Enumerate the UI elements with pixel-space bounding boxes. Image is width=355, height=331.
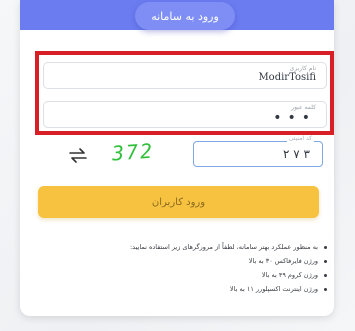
login-page: ورود به سامانه نام کاربری ModirTosifi کل… bbox=[0, 0, 355, 331]
captcha-value[interactable]: ۳ ۷ ۲ bbox=[283, 147, 310, 161]
highlight-box bbox=[35, 51, 334, 135]
login-button[interactable]: ورود کاربران bbox=[38, 186, 319, 218]
list-item: ورژن اینترنت اکسپلورر ۱۱ به بالا bbox=[60, 282, 328, 296]
captcha-input[interactable]: کد امنیتی ۳ ۷ ۲ bbox=[193, 135, 323, 167]
list-item: ورژن فایرفاکس ۳۰ به بالا bbox=[60, 254, 328, 268]
captcha-image: 372 bbox=[111, 138, 155, 166]
page-title: ورود به سامانه bbox=[135, 2, 235, 30]
captcha-label: کد امنیتی bbox=[286, 135, 314, 142]
list-item: ورژن کروم ۴۹ به بالا bbox=[60, 268, 328, 282]
browser-notes: به منظور عملکرد بهتر سامانه، لطفاً از مر… bbox=[60, 240, 328, 296]
list-item: به منظور عملکرد بهتر سامانه، لطفاً از مر… bbox=[60, 240, 328, 254]
refresh-arrows-icon[interactable] bbox=[67, 145, 89, 165]
